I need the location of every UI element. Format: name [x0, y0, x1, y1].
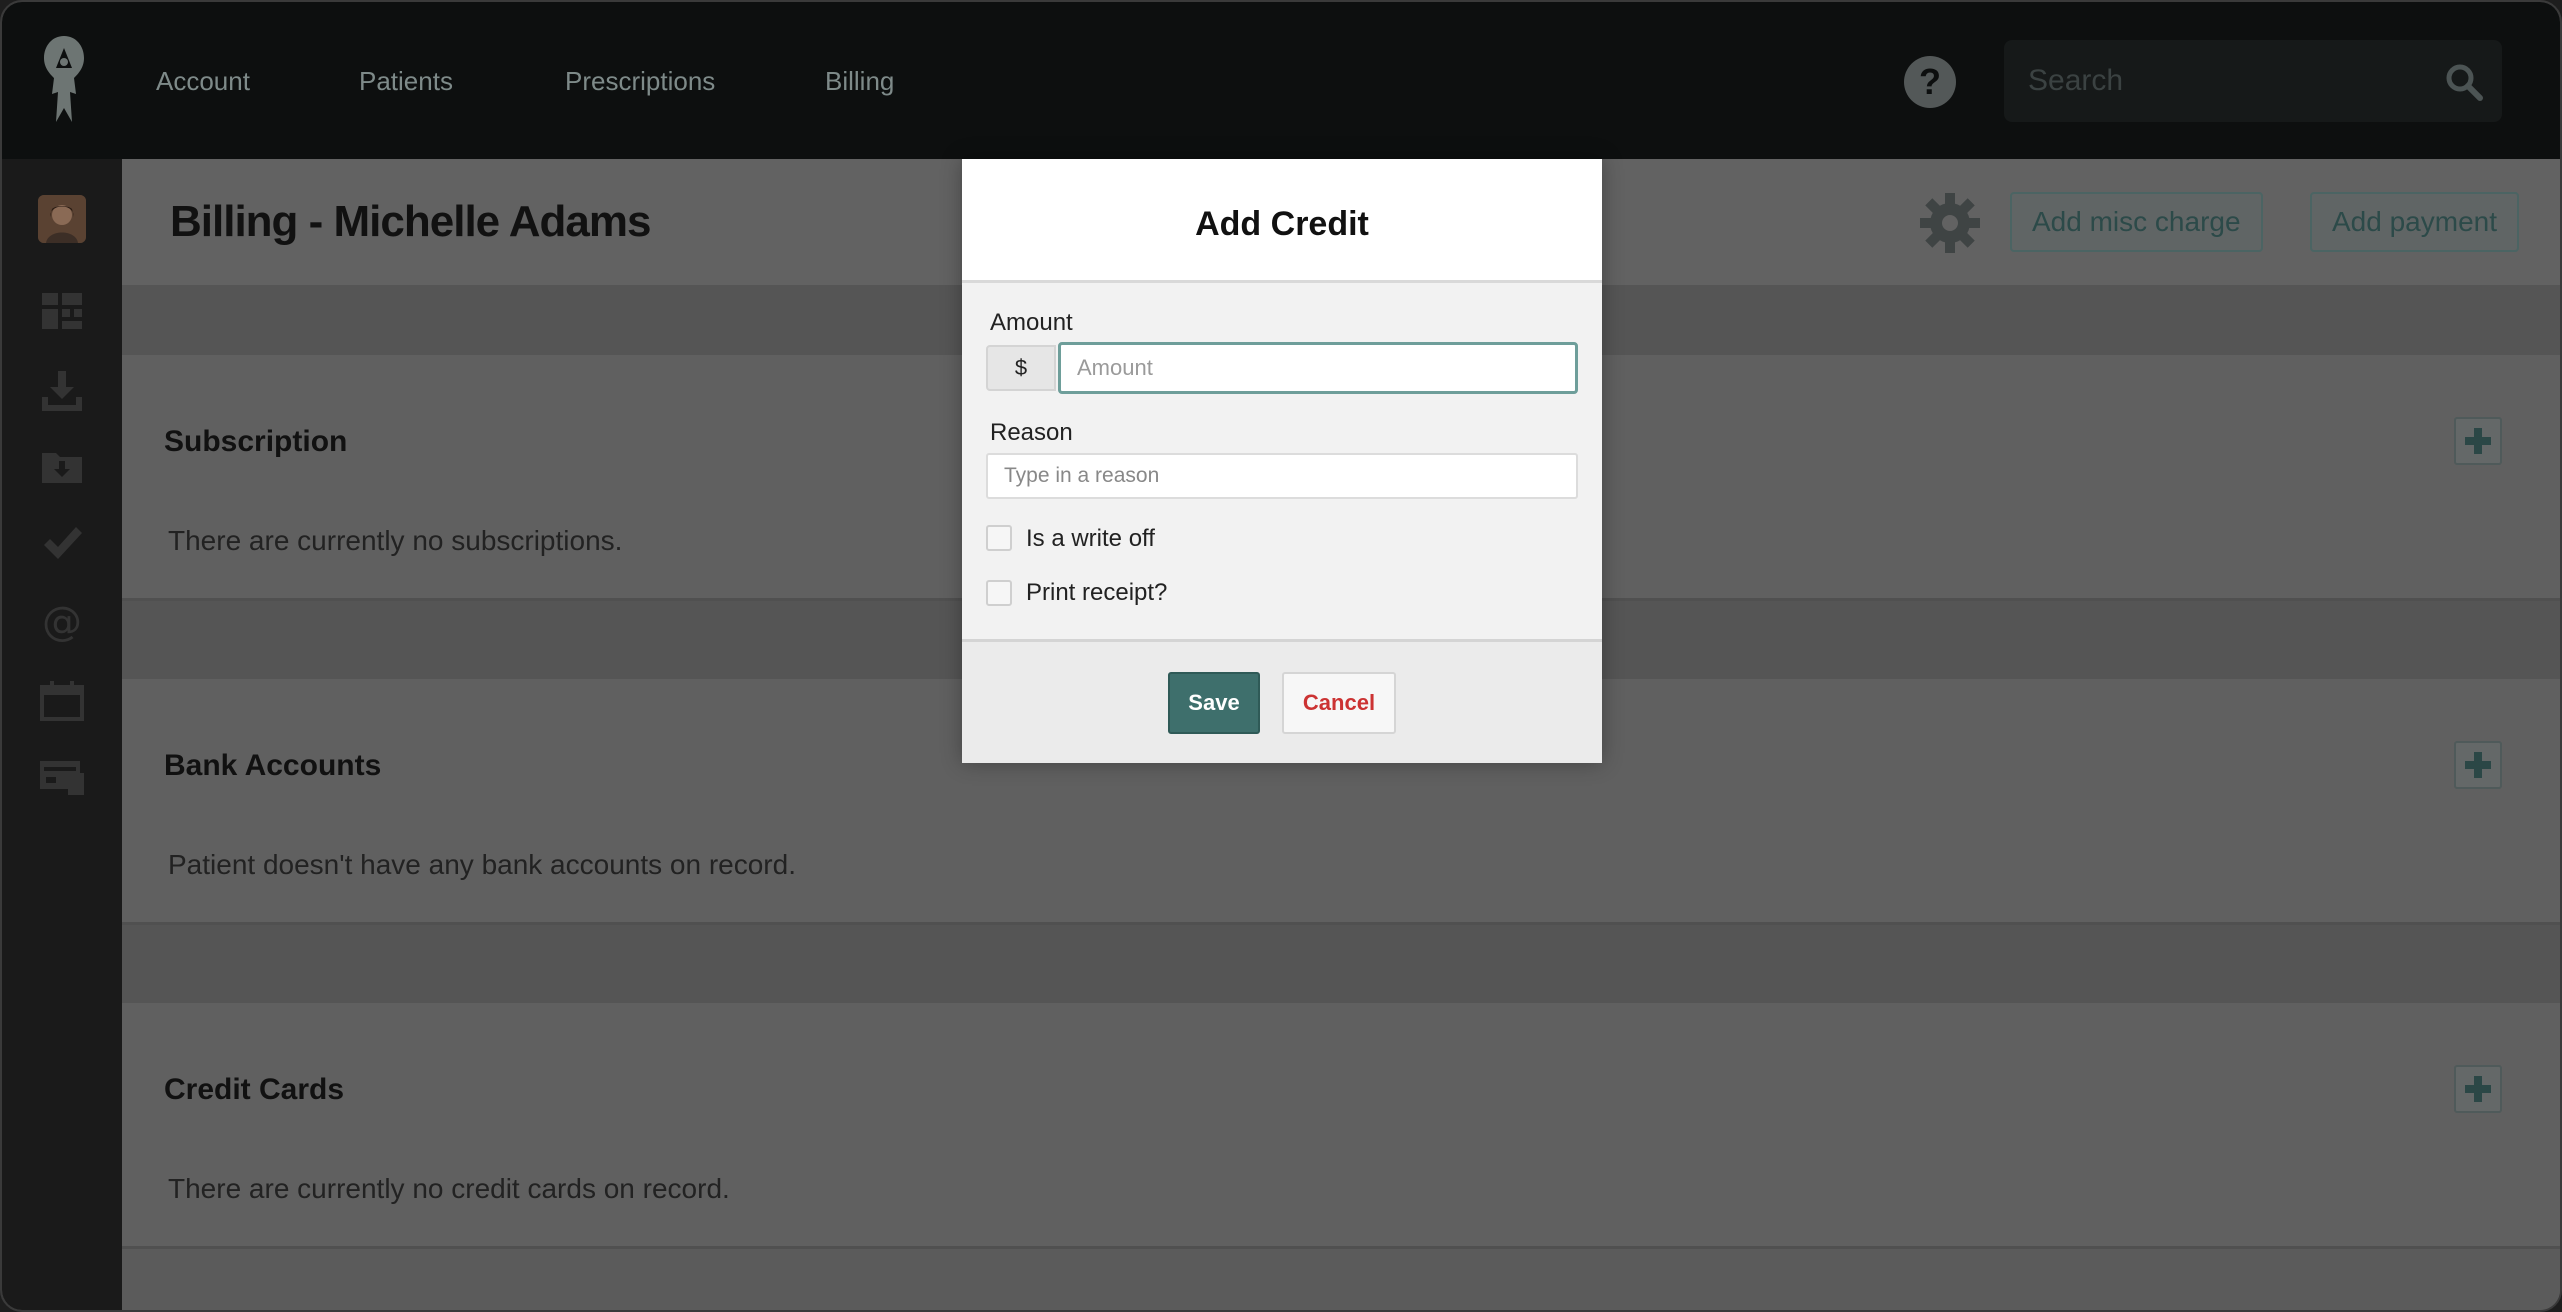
calendar-icon[interactable]: [38, 677, 86, 725]
add-bank-account-button[interactable]: [2454, 741, 2502, 789]
folder-download-icon[interactable]: [38, 443, 86, 491]
save-button[interactable]: Save: [1168, 672, 1260, 734]
write-off-label: Is a write off: [1026, 525, 1155, 552]
top-navbar: Account Patients Prescriptions Billing ?: [2, 2, 2560, 159]
nav-account[interactable]: Account: [156, 66, 250, 96]
plus-icon: [2465, 1076, 2491, 1102]
amount-label: Amount: [990, 309, 1073, 336]
download-icon[interactable]: [38, 367, 86, 415]
write-off-checkbox[interactable]: [986, 525, 1012, 551]
add-credit-modal: Add Credit Amount $ Reason Is a write of…: [962, 159, 1602, 763]
modal-footer: Save Cancel: [962, 639, 1602, 763]
currency-addon: $: [986, 345, 1056, 391]
modal-header: Add Credit: [962, 159, 1602, 283]
plus-icon: [2465, 752, 2491, 778]
section-empty-text: Patient doesn't have any bank accounts o…: [168, 849, 796, 880]
nav-patients[interactable]: Patients: [359, 66, 453, 96]
page-title: Billing - Michelle Adams: [170, 197, 651, 246]
checkmark-icon[interactable]: [38, 519, 86, 567]
search-box: [2004, 40, 2502, 122]
cancel-button[interactable]: Cancel: [1282, 672, 1396, 734]
search-icon[interactable]: [2444, 62, 2484, 102]
sidebar: @: [2, 159, 122, 1310]
svg-text:@: @: [42, 599, 82, 645]
add-payment-button[interactable]: Add payment: [2310, 192, 2519, 252]
app-logo-icon[interactable]: [34, 34, 94, 126]
modal-title: Add Credit: [1195, 205, 1369, 243]
at-icon[interactable]: @: [38, 597, 86, 645]
gear-icon[interactable]: [1918, 191, 1982, 255]
nav-billing[interactable]: Billing: [825, 66, 894, 96]
reason-label: Reason: [990, 419, 1073, 446]
add-credit-card-button[interactable]: [2454, 1065, 2502, 1113]
add-misc-charge-button[interactable]: Add misc charge: [2010, 192, 2263, 252]
section-empty-text: There are currently no subscriptions.: [168, 525, 623, 556]
section-title: Subscription: [164, 425, 348, 458]
help-icon[interactable]: ?: [1904, 56, 1956, 108]
dashboard-icon[interactable]: [38, 287, 86, 335]
credit-cards-section: Credit Cards There are currently no cred…: [122, 1003, 2560, 1249]
section-title: Bank Accounts: [164, 749, 382, 782]
section-title: Credit Cards: [164, 1073, 345, 1106]
search-input[interactable]: [2028, 62, 2428, 100]
app-window: Account Patients Prescriptions Billing ?: [0, 0, 2562, 1312]
print-receipt-checkbox[interactable]: [986, 580, 1012, 606]
print-receipt-label: Print receipt?: [1026, 579, 1168, 606]
divider-band: [122, 925, 2560, 1003]
section-empty-text: There are currently no credit cards on r…: [168, 1173, 730, 1204]
nav-prescriptions[interactable]: Prescriptions: [565, 66, 715, 96]
plus-icon: [2465, 428, 2491, 454]
reason-input[interactable]: [986, 453, 1578, 499]
amount-input[interactable]: [1058, 342, 1578, 394]
avatar[interactable]: [38, 195, 86, 243]
add-subscription-button[interactable]: [2454, 417, 2502, 465]
billing-icon[interactable]: [38, 753, 86, 801]
